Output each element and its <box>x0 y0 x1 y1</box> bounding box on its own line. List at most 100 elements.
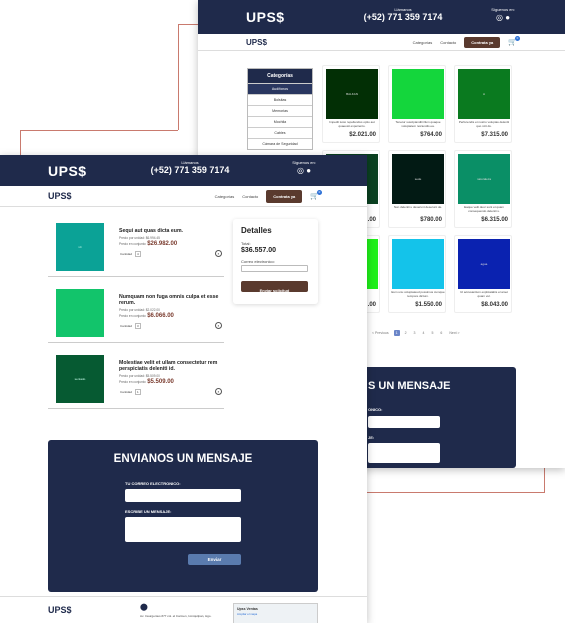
group-price-label: Precio en conjunto: <box>119 314 148 318</box>
location-pin-icon: ⬤ <box>140 604 148 611</box>
group-price-label: Precio en conjunto: <box>119 380 148 384</box>
message-label: ESCRIBE UN MENSAJE: <box>125 509 172 514</box>
group-price-label: Precio en conjunto: <box>119 242 148 246</box>
quantity-row: Cantidad 1 <box>119 389 141 395</box>
cart-item-image: sentado <box>56 355 104 403</box>
pagination-page[interactable]: 6 <box>438 330 444 336</box>
instagram-icon[interactable]: ◎ <box>496 13 503 22</box>
message-field[interactable] <box>125 517 241 542</box>
product-price: .00 <box>367 302 376 308</box>
map-link[interactable]: Ampliar el mapa <box>237 612 257 616</box>
email-field[interactable] <box>368 416 440 428</box>
github-icon[interactable]: ● <box>306 166 311 175</box>
pagination-page[interactable]: 2 <box>403 330 409 336</box>
product-image[interactable]: agua <box>458 239 510 289</box>
github-icon[interactable]: ● <box>505 13 510 22</box>
cart-icon[interactable]: 🛒 0 <box>508 36 520 46</box>
product-price: $6.315.00 <box>481 217 508 223</box>
product-image[interactable] <box>392 239 444 289</box>
contrata-button[interactable]: Contrata ya <box>464 36 501 48</box>
product-description: Non deleniti u deserunt deserunt de. <box>393 205 443 209</box>
nav-link-contacto[interactable]: Contacto <box>242 194 258 199</box>
email-field[interactable] <box>125 489 241 502</box>
brand-logo[interactable]: UPS$ <box>246 9 285 25</box>
category-item[interactable]: Audífonos <box>248 83 312 94</box>
submit-request-button[interactable]: Enviar solicitud <box>241 281 308 293</box>
nav-logo[interactable]: UPS$ <box>246 38 267 47</box>
cart-icon[interactable]: 🛒 0 <box>310 190 322 200</box>
brand-logo[interactable]: UPS$ <box>48 163 87 179</box>
email-label: Correo electronico: <box>241 259 275 264</box>
nav-link-contacto[interactable]: Contacto <box>440 40 456 45</box>
product-card[interactable]: agua Ut accusantium explicatabis el amet … <box>454 235 512 313</box>
map-title: Upss Ventas <box>237 607 258 611</box>
category-sidebar: Categorías Audífonos Bolsitas Memorias Moch… <box>247 68 313 150</box>
message-title: ENVIANOS UN MENSAJE <box>113 453 253 465</box>
nav-logo[interactable]: UPS$ <box>48 191 72 201</box>
social-block: Síguenos en: ◎ ● <box>280 160 328 175</box>
category-item[interactable]: Memorias <box>248 105 312 116</box>
category-item[interactable]: Mochila <box>248 116 312 127</box>
pagination-next[interactable]: Next > <box>447 330 461 336</box>
map-embed[interactable]: Upss Ventas Ampliar el mapa <box>233 603 318 623</box>
product-card[interactable]: BALKAN Impedit iusto repellendus optio au… <box>322 65 380 143</box>
message-field[interactable] <box>368 443 440 463</box>
category-title: Categorías <box>248 69 312 83</box>
cart-item: Numquam non fuga omnis culpa et esse rer… <box>48 277 224 343</box>
product-price: $8.043.00 <box>481 302 508 308</box>
quantity-stepper[interactable]: 4 <box>135 251 141 257</box>
product-card[interactable]: Eum unu voluptateud possimus cumque temp… <box>388 235 446 313</box>
nav-link-categorias[interactable]: Categorías <box>215 194 235 199</box>
product-description: Tenetur suscipianditi illum quaque volup… <box>395 120 441 128</box>
product-image[interactable] <box>392 69 444 119</box>
phone-number[interactable]: (+52) 771 359 7174 <box>348 12 458 22</box>
unit-price: Precio por unidad: $6.994.45 <box>119 236 160 240</box>
decor-line <box>20 130 178 131</box>
product-price: $2.021.00 <box>349 132 376 138</box>
quantity-stepper[interactable]: 1 <box>135 389 141 395</box>
pagination-page[interactable]: 4 <box>421 330 427 336</box>
nav-links: Categorías Contacto Contrata ya 🛒 0 <box>215 189 322 203</box>
pagination-page[interactable]: 5 <box>429 330 435 336</box>
product-card[interactable]: A Perferendis et nostro voluptas deleniti… <box>454 65 512 143</box>
trash-icon[interactable]: ▪ <box>215 322 222 329</box>
group-price-value: $6.066.00 <box>147 313 174 319</box>
product-image[interactable]: BALKAN <box>326 69 378 119</box>
product-card[interactable]: Tenetur suscipianditi illum quaque volup… <box>388 65 446 143</box>
contrata-button[interactable]: Contrata ya <box>266 189 303 203</box>
footer-logo: UPS$ <box>48 605 72 615</box>
quantity-row: Cantidad 4 <box>119 251 141 257</box>
quantity-label: Cantidad <box>120 324 133 328</box>
quantity-row: Cantidad 3 <box>119 323 141 329</box>
follow-label: Síguenos en: <box>491 7 515 12</box>
product-description: Eum unu voluptateud possimus cumque temp… <box>391 290 445 298</box>
top-header: UPS$ Llámanos (+52) 771 359 7174 Sígueno… <box>0 155 367 186</box>
nav-link-categorias[interactable]: Categorías <box>413 40 433 45</box>
trash-icon[interactable]: ▪ <box>215 250 222 257</box>
instagram-icon[interactable]: ◎ <box>297 166 304 175</box>
quantity-stepper[interactable]: 3 <box>135 323 141 329</box>
send-button[interactable]: Enviar <box>188 554 241 565</box>
trash-icon[interactable]: ▪ <box>215 388 222 395</box>
product-price: $1.550.00 <box>415 302 442 308</box>
message-section-partial: S UN MENSAJE ONICO: JE: <box>348 367 516 468</box>
cart-badge: 0 <box>515 36 520 41</box>
cart-item: sentado Molestiae velit et ullam consecte… <box>48 343 224 409</box>
group-price: Precio en conjunto: $26.982.00 <box>119 241 177 247</box>
phone-number[interactable]: (+52) 771 359 7174 <box>140 165 240 175</box>
pagination-page[interactable]: 1 <box>393 330 400 336</box>
pagination-prev[interactable]: < Previous <box>370 330 391 336</box>
pagination-page[interactable]: 3 <box>412 330 418 336</box>
social-icons: ◎ ● <box>280 166 328 175</box>
product-card[interactable]: naturaleza Eaque velit deur sunt et quam … <box>454 150 512 228</box>
product-image[interactable]: A <box>458 69 510 119</box>
email-input[interactable] <box>241 265 308 272</box>
category-item[interactable]: Cables <box>248 127 312 138</box>
category-item[interactable]: Bolsitas <box>248 94 312 105</box>
product-card[interactable]: sede Non deleniti u deserunt deserunt de.… <box>388 150 446 228</box>
call-block: Llámanos (+52) 771 359 7174 <box>348 7 458 22</box>
product-image[interactable]: naturaleza <box>458 154 510 204</box>
top-header: UPS$ Llámanos (+52) 771 359 7174 Sígueno… <box>198 0 565 34</box>
category-item[interactable]: Cámara de Seguridad <box>248 138 312 149</box>
product-image[interactable]: sede <box>392 154 444 204</box>
